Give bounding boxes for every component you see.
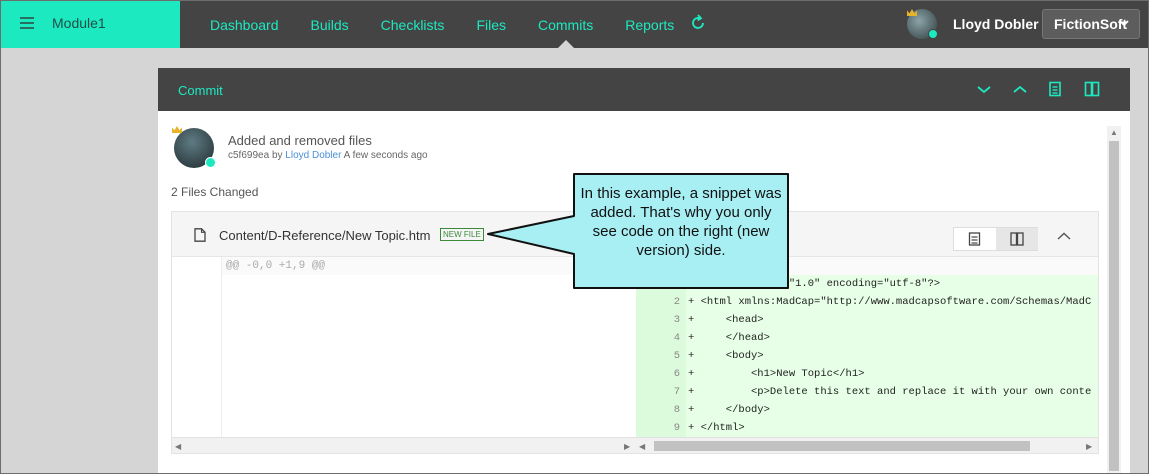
- unified-view-icon: [968, 232, 981, 246]
- chevron-down-icon: [1119, 20, 1129, 27]
- hunk-text: @@ -0,0 +1,9 @@: [226, 260, 326, 272]
- files-changed-count: 2 Files Changed: [171, 185, 259, 199]
- online-status-icon: [205, 157, 216, 168]
- line-number: 5: [673, 350, 680, 362]
- split-view-icon[interactable]: [1084, 81, 1100, 97]
- scroll-right-arrow-icon[interactable]: ▶: [1086, 442, 1092, 451]
- callout-text: In this example, a snippet was added. Th…: [580, 185, 782, 259]
- file-path[interactable]: Content/D-Reference/New Topic.htm: [219, 228, 430, 243]
- new-version-pane: 1 + <?xml version="1.0" encoding="utf-8"?…: [636, 275, 1098, 437]
- nav-commits[interactable]: Commits: [522, 0, 609, 48]
- refresh-icon[interactable]: [690, 14, 706, 32]
- code-line: 7 + <p>Delete this text and replace it wi…: [636, 383, 1098, 401]
- code-text: + </html>: [688, 422, 745, 434]
- company-dropdown[interactable]: FictionSoft: [1042, 9, 1140, 39]
- line-number: 9: [673, 422, 680, 434]
- chevron-up-icon[interactable]: [1012, 81, 1028, 97]
- panel-title: Commit: [178, 83, 223, 98]
- code-line: 6 + <h1>New Topic</h1>: [636, 365, 1098, 383]
- new-file-badge: NEW FILE: [440, 228, 484, 241]
- split-view-button[interactable]: [996, 228, 1038, 250]
- split-view-icon: [1010, 232, 1024, 246]
- code-line: 2 + <html xmlns:MadCap="http://www.madcap…: [636, 293, 1098, 311]
- crown-icon: [172, 126, 182, 133]
- code-text: + <p>Delete this text and replace it wit…: [688, 386, 1092, 398]
- line-number: 8: [673, 404, 680, 416]
- user-name[interactable]: Lloyd Dobler: [953, 16, 1039, 32]
- diff-view-toggle: [953, 227, 1038, 251]
- line-number: 1: [673, 278, 680, 290]
- code-line: 5 + <body>: [636, 347, 1098, 365]
- line-number: 2: [673, 296, 680, 308]
- line-number: 3: [673, 314, 680, 326]
- online-status-icon: [928, 29, 938, 39]
- nav-reports[interactable]: Reports: [609, 0, 690, 48]
- code-line: 3 + <head>: [636, 311, 1098, 329]
- module-brand[interactable]: Module1: [0, 0, 180, 48]
- code-text: + </head>: [688, 332, 770, 344]
- scroll-up-arrow-icon[interactable]: ▲: [1110, 128, 1118, 137]
- old-version-pane: [222, 275, 636, 437]
- code-text: + <body>: [688, 350, 764, 362]
- hamburger-menu-icon[interactable]: [20, 17, 34, 29]
- old-pane-scrollbar[interactable]: ◀ ▶: [172, 437, 636, 453]
- code-text: + <html xmlns:MadCap="http://www.madcaps…: [688, 296, 1092, 308]
- scroll-left-arrow-icon[interactable]: ◀: [175, 442, 181, 451]
- panel-vertical-scrollbar[interactable]: ▲: [1107, 126, 1121, 474]
- commit-hash: c5f699ea: [228, 150, 270, 161]
- scrollbar-thumb[interactable]: [654, 441, 1030, 451]
- code-text: + </body>: [688, 404, 770, 416]
- unified-view-icon[interactable]: [1047, 81, 1063, 97]
- file-icon: [194, 228, 206, 242]
- nav-files[interactable]: Files: [460, 0, 522, 48]
- panel-header: Commit: [158, 68, 1130, 111]
- chevron-down-icon[interactable]: [976, 81, 992, 97]
- main-nav: Dashboard Builds Checklists Files Commit…: [194, 0, 690, 48]
- new-pane-scrollbar[interactable]: ◀ ▶: [636, 437, 1098, 453]
- scroll-left-arrow-icon[interactable]: ◀: [639, 442, 645, 451]
- commit-by: by: [271, 150, 283, 161]
- code-line: 1 + <?xml version="1.0" encoding="utf-8"?…: [636, 275, 1098, 293]
- line-number: 4: [673, 332, 680, 344]
- code-text: + <?xml version="1.0" encoding="utf-8"?>: [688, 278, 941, 290]
- collapse-chevron-up-icon[interactable]: [1057, 232, 1071, 240]
- code-text: + <h1>New Topic</h1>: [688, 368, 865, 380]
- top-bar: Module1 Dashboard Builds Checklists File…: [0, 0, 1149, 48]
- code-text: + <head>: [688, 314, 764, 326]
- line-number: 7: [673, 386, 680, 398]
- nav-checklists[interactable]: Checklists: [365, 0, 461, 48]
- vertical-scrollbar-thumb[interactable]: [1109, 141, 1119, 471]
- code-line: 8 + </body>: [636, 401, 1098, 419]
- commit-meta: c5f699ea by Lloyd Dobler A few seconds a…: [228, 150, 428, 161]
- scroll-right-arrow-icon[interactable]: ▶: [624, 442, 630, 451]
- code-line: 9 + </html>: [636, 419, 1098, 437]
- code-line: 4 + </head>: [636, 329, 1098, 347]
- module-name: Module1: [52, 15, 106, 31]
- nav-dashboard[interactable]: Dashboard: [194, 0, 295, 48]
- old-line-gutter: [172, 257, 222, 437]
- company-name: FictionSoft: [1054, 16, 1128, 32]
- unified-view-button[interactable]: [954, 228, 996, 250]
- commit-panel: Commit Added and removed files c5f699ea …: [158, 68, 1130, 474]
- commit-message: Added and removed files: [228, 133, 372, 148]
- commit-author-link[interactable]: Lloyd Dobler: [285, 150, 341, 161]
- nav-builds[interactable]: Builds: [295, 0, 365, 48]
- commit-time: A few seconds ago: [343, 150, 428, 161]
- line-number: 6: [673, 368, 680, 380]
